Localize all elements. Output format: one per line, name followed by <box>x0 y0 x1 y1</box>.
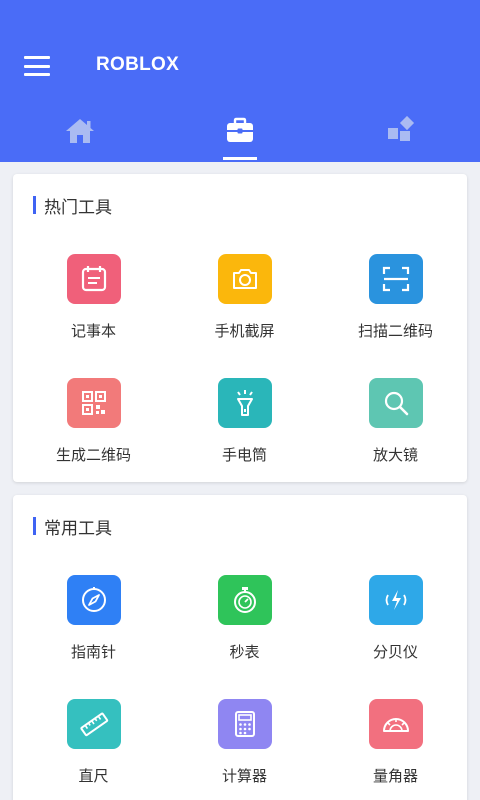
compass-icon <box>66 575 121 625</box>
protractor-icon <box>368 699 423 749</box>
tool-label: 秒表 <box>229 643 260 661</box>
tab-tools[interactable] <box>160 108 320 162</box>
section-title-common: 常用工具 <box>33 515 112 539</box>
stopwatch-icon <box>217 575 272 625</box>
tool-label: 扫描二维码 <box>357 322 433 340</box>
calculator-icon <box>217 699 272 749</box>
tool-label: 直尺 <box>78 767 109 785</box>
tool-label: 计算器 <box>221 767 267 785</box>
tool-generate-qr[interactable]: 生成二维码 <box>18 378 169 465</box>
tool-protractor[interactable]: 量角器 <box>320 699 471 786</box>
tool-label: 分贝仪 <box>372 643 418 661</box>
tool-decibel-meter[interactable]: 分贝仪 <box>320 575 471 662</box>
tool-scan-qr[interactable]: 扫描二维码 <box>320 254 471 341</box>
camera-icon <box>217 254 272 304</box>
hot-tools-card: 热门工具 记事本 手机截屏 扫描二维码 生成二维码 手电筒 放大镜 <box>13 174 467 482</box>
section-title-hot: 热门工具 <box>33 194 112 218</box>
tool-label: 指南针 <box>70 643 116 661</box>
tool-label: 记事本 <box>70 322 116 340</box>
briefcase-icon <box>227 117 253 142</box>
tool-label: 手电筒 <box>221 446 267 464</box>
tool-label: 生成二维码 <box>55 446 131 464</box>
calendar-notes-icon <box>66 254 121 304</box>
sound-meter-icon <box>368 575 423 625</box>
app-title: ROBLOX <box>96 54 180 75</box>
tab-home[interactable] <box>0 108 160 162</box>
tab-bar <box>0 108 480 162</box>
active-tab-indicator <box>223 157 257 160</box>
tool-notepad[interactable]: 记事本 <box>18 254 169 341</box>
flashlight-icon <box>217 378 272 428</box>
tool-compass[interactable]: 指南针 <box>18 575 169 662</box>
magnifier-icon <box>368 378 423 428</box>
qr-code-icon <box>66 378 121 428</box>
ruler-icon <box>66 699 121 749</box>
tool-screenshot[interactable]: 手机截屏 <box>169 254 320 341</box>
hamburger-menu-icon[interactable] <box>24 56 50 76</box>
tool-label: 手机截屏 <box>214 322 275 340</box>
common-tools-card: 常用工具 指南针 秒表 分贝仪 直尺 计算器 量角器 <box>13 495 467 800</box>
tool-label: 量角器 <box>372 767 418 785</box>
home-icon <box>66 119 94 143</box>
tool-flashlight[interactable]: 手电筒 <box>169 378 320 465</box>
app-header: ROBLOX <box>0 0 480 162</box>
tool-ruler[interactable]: 直尺 <box>18 699 169 786</box>
tool-magnifier[interactable]: 放大镜 <box>320 378 471 465</box>
scan-frame-icon <box>368 254 423 304</box>
apps-grid-icon <box>388 116 415 141</box>
tool-label: 放大镜 <box>372 446 418 464</box>
tool-stopwatch[interactable]: 秒表 <box>169 575 320 662</box>
tab-apps[interactable] <box>320 108 480 162</box>
tool-calculator[interactable]: 计算器 <box>169 699 320 786</box>
